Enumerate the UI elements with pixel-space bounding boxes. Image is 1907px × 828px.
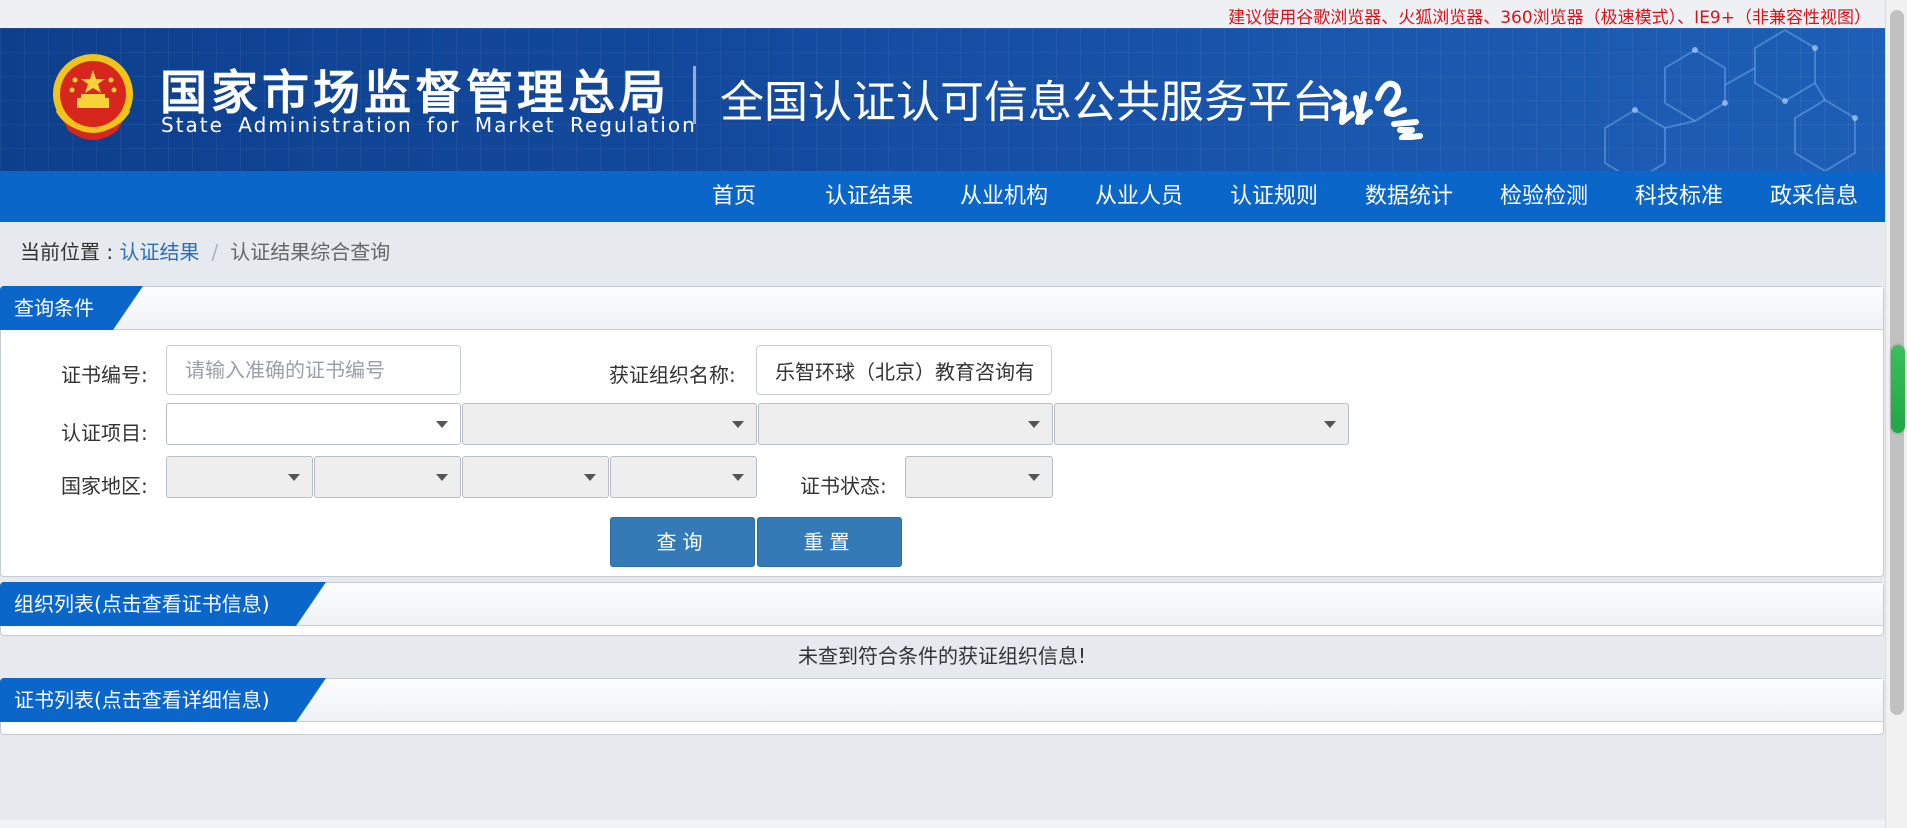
- region-label: 国家地区:: [61, 474, 148, 498]
- nav-item-statistics[interactable]: 数据统计: [1365, 171, 1453, 222]
- chevron-down-icon: [436, 421, 448, 428]
- breadcrumb: 当前位置 : 认证结果 / 认证结果综合查询: [20, 236, 390, 265]
- nav-item-cert-rules[interactable]: 认证规则: [1230, 171, 1318, 222]
- cert-no-input[interactable]: [166, 345, 461, 395]
- cert-status-select[interactable]: [905, 456, 1053, 498]
- header-banner: 国家市场监督管理总局 State Administration for Mark…: [0, 28, 1885, 171]
- cert-project-select-3[interactable]: [758, 403, 1053, 445]
- reset-button[interactable]: 重置: [757, 517, 902, 567]
- query-panel: 查询条件 证书编号: 获证组织名称: 认证项目: 国家地区: 证书状态: 查询 …: [0, 286, 1884, 577]
- breadcrumb-prefix: 当前位置 :: [20, 240, 120, 264]
- browser-notice: 建议使用谷歌浏览器、火狐浏览器、360浏览器（极速模式）、IE9+（非兼容性视图…: [1228, 8, 1871, 28]
- header-divider: [693, 66, 696, 124]
- cert-project-label: 认证项目:: [61, 421, 148, 445]
- region-select-4[interactable]: [610, 456, 757, 498]
- chevron-down-icon: [1028, 474, 1040, 481]
- chevron-down-icon: [732, 421, 744, 428]
- nav-item-tech-standards[interactable]: 科技标准: [1635, 171, 1723, 222]
- query-button[interactable]: 查询: [610, 517, 755, 567]
- cert-project-select-2[interactable]: [462, 403, 757, 445]
- org-list-title: 组织列表(点击查看证书信息): [0, 582, 326, 626]
- cert-status-label: 证书状态:: [800, 474, 887, 498]
- hexagon-decoration-icon: [1604, 28, 1858, 171]
- region-select-3[interactable]: [462, 456, 609, 498]
- region-select-2[interactable]: [314, 456, 461, 498]
- org-name-input[interactable]: [756, 345, 1052, 395]
- top-notice-bar: 建议使用谷歌浏览器、火狐浏览器、360浏览器（极速模式）、IE9+（非兼容性视图…: [0, 0, 1885, 28]
- nav-item-institutions[interactable]: 从业机构: [960, 171, 1048, 222]
- national-emblem-icon: [53, 54, 133, 140]
- nav-item-personnel[interactable]: 从业人员: [1095, 171, 1183, 222]
- renyun-cloud-logo-icon: [1331, 80, 1423, 140]
- agency-name-en: State Administration for Market Regulati…: [161, 113, 697, 137]
- region-select-1[interactable]: [166, 456, 313, 498]
- cert-list-header: 证书列表(点击查看详细信息): [1, 679, 1883, 722]
- chevron-down-icon: [584, 474, 596, 481]
- chevron-down-icon: [1028, 421, 1040, 428]
- chevron-down-icon: [436, 474, 448, 481]
- main-nav: 首页 认证结果 从业机构 从业人员 认证规则 数据统计 检验检测 科技标准 政采…: [0, 171, 1885, 222]
- breadcrumb-separator: /: [211, 240, 219, 264]
- cert-project-select-1[interactable]: [166, 403, 461, 445]
- nav-item-cert-results[interactable]: 认证结果: [825, 171, 913, 222]
- chevron-down-icon: [1324, 421, 1336, 428]
- breadcrumb-current: 认证结果综合查询: [230, 240, 391, 264]
- org-list-header: 组织列表(点击查看证书信息): [1, 583, 1883, 626]
- cert-no-label: 证书编号:: [61, 363, 148, 387]
- query-panel-title: 查询条件: [0, 286, 143, 330]
- breadcrumb-link-cert-results[interactable]: 认证结果: [119, 240, 199, 264]
- org-name-label: 获证组织名称:: [609, 363, 736, 387]
- nav-item-inspection[interactable]: 检验检测: [1500, 171, 1588, 222]
- floating-green-handle[interactable]: [1891, 345, 1905, 433]
- org-list-panel: 组织列表(点击查看证书信息): [0, 582, 1884, 636]
- org-list-empty-message: 未查到符合条件的获证组织信息!: [797, 644, 1087, 668]
- platform-title: 全国认证认可信息公共服务平台: [720, 77, 1336, 128]
- cert-list-title: 证书列表(点击查看详细信息): [0, 678, 326, 722]
- chevron-down-icon: [732, 474, 744, 481]
- cert-project-select-4[interactable]: [1054, 403, 1349, 445]
- nav-item-procurement[interactable]: 政采信息: [1770, 171, 1858, 222]
- chevron-down-icon: [288, 474, 300, 481]
- query-panel-header: 查询条件: [1, 287, 1883, 330]
- nav-item-home[interactable]: 首页: [712, 171, 756, 222]
- cert-list-panel: 证书列表(点击查看详细信息): [0, 678, 1884, 735]
